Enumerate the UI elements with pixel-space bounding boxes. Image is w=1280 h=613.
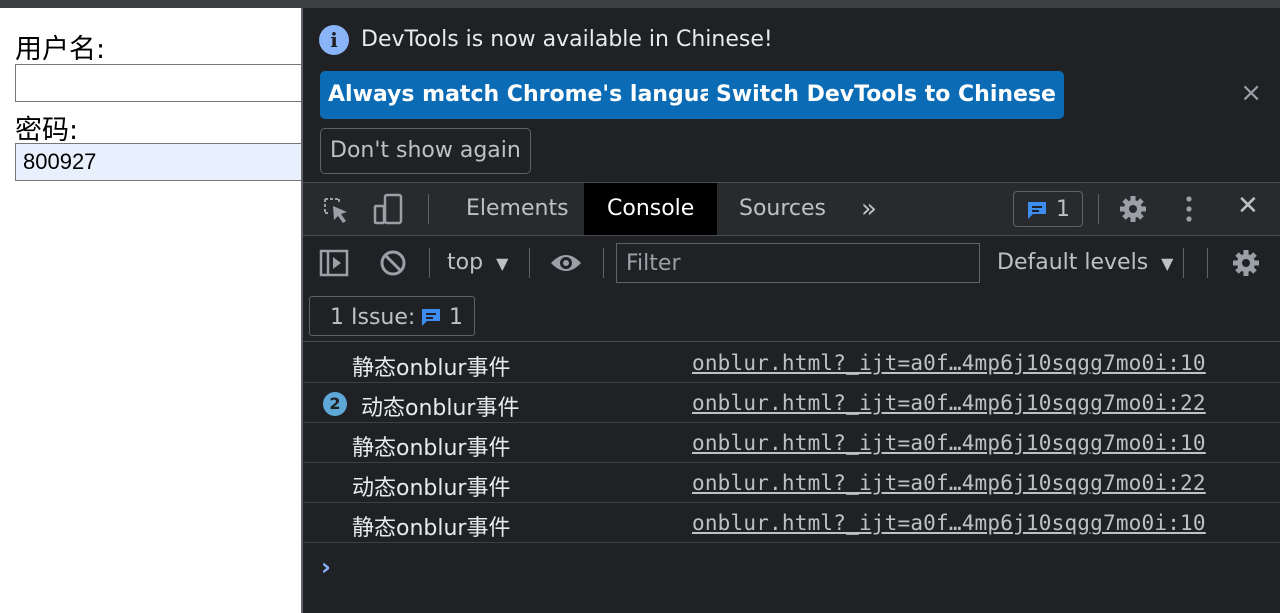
window-top-strip (0, 0, 1280, 8)
always-match-language-button[interactable]: Always match Chrome's language (320, 71, 753, 119)
dropdown-caret-icon: ▼ (496, 254, 509, 273)
console-source-link[interactable]: onblur.html?_ijt=a0f…4mp6j10sqgg7mo0i:10 (692, 431, 1206, 455)
inspect-element-icon[interactable] (321, 195, 351, 225)
tab-elements[interactable]: Elements (443, 183, 592, 235)
console-message-text: 静态onblur事件 (352, 516, 511, 541)
console-message-text: 静态onblur事件 (352, 436, 511, 461)
console-source-link[interactable]: onblur.html?_ijt=a0f…4mp6j10sqgg7mo0i:22 (692, 391, 1206, 415)
dropdown-caret-icon: ▼ (1161, 254, 1174, 273)
info-icon: i (319, 25, 349, 55)
console-message-row: 动态onblur事件 onblur.html?_ijt=a0f…4mp6j10s… (303, 463, 1280, 503)
infobar-close-icon[interactable]: × (1240, 78, 1262, 108)
log-levels-dropdown[interactable]: Default levels ▼ (997, 250, 1173, 275)
console-message-row: 静态onblur事件 onblur.html?_ijt=a0f…4mp6j10s… (303, 343, 1280, 383)
username-input[interactable] (15, 64, 315, 102)
message-icon (1028, 202, 1046, 219)
switch-to-chinese-button[interactable]: Switch DevTools to Chinese (708, 71, 1064, 119)
log-levels-value: Default levels (997, 250, 1149, 275)
password-input[interactable] (15, 143, 315, 181)
issues-label: 1 Issue: (330, 305, 416, 330)
device-toolbar-icon[interactable] (373, 193, 405, 227)
tab-console[interactable]: Console (584, 183, 718, 235)
issues-bar-count: 1 (449, 305, 463, 330)
issues-button[interactable]: 1 Issue: 1 (309, 296, 475, 336)
repeat-count-badge: 2 (323, 392, 347, 416)
context-selector[interactable]: top ▼ (447, 250, 508, 275)
context-value: top (447, 250, 484, 275)
console-message-row: 2 动态onblur事件 onblur.html?_ijt=a0f…4mp6j1… (303, 383, 1280, 423)
more-options-icon[interactable] (1183, 194, 1195, 224)
console-source-link[interactable]: onblur.html?_ijt=a0f…4mp6j10sqgg7mo0i:10 (692, 511, 1206, 535)
devtools-panel: i DevTools is now available in Chinese! … (301, 8, 1280, 613)
language-infobar: i DevTools is now available in Chinese! … (303, 8, 1280, 182)
console-prompt-icon[interactable]: › (321, 553, 331, 581)
toolbar-divider (1207, 248, 1208, 278)
console-settings-gear-icon[interactable] (1231, 248, 1261, 278)
toolbar-divider (529, 248, 530, 278)
toolbar-divider (603, 248, 604, 278)
live-expression-eye-icon[interactable] (549, 251, 583, 275)
show-sidebar-icon[interactable] (319, 249, 349, 277)
devtools-tabbar: Elements Console Sources » 1 ✕ (303, 182, 1280, 236)
settings-gear-icon[interactable] (1118, 194, 1148, 224)
console-message-row: 静态onblur事件 onblur.html?_ijt=a0f…4mp6j10s… (303, 503, 1280, 543)
console-source-link[interactable]: onblur.html?_ijt=a0f…4mp6j10sqgg7mo0i:10 (692, 351, 1206, 375)
clear-console-icon[interactable] (379, 249, 407, 277)
tab-sources[interactable]: Sources (716, 183, 849, 235)
infobar-message: DevTools is now available in Chinese! (361, 27, 773, 52)
console-messages: 静态onblur事件 onblur.html?_ijt=a0f…4mp6j10s… (303, 343, 1280, 543)
issues-bar: 1 Issue: 1 (303, 290, 1280, 342)
close-devtools-icon[interactable]: ✕ (1237, 191, 1259, 221)
console-message-text: 动态onblur事件 (352, 476, 511, 501)
username-label: 用户名: (15, 34, 106, 65)
web-page: 用户名: 密码: (0, 8, 315, 613)
toolbar-divider (1183, 248, 1184, 278)
issues-counter-button[interactable]: 1 (1013, 191, 1083, 227)
toolbar-divider (429, 248, 430, 278)
console-message-text: 动态onblur事件 (361, 396, 520, 421)
console-toolbar: top ▼ Default levels ▼ (303, 236, 1280, 290)
more-tabs-icon[interactable]: » (838, 183, 900, 235)
password-label: 密码: (15, 115, 79, 146)
tabbar-divider (428, 194, 429, 224)
issues-count: 1 (1056, 197, 1070, 222)
dont-show-again-button[interactable]: Don't show again (320, 128, 531, 174)
console-message-row: 静态onblur事件 onblur.html?_ijt=a0f…4mp6j10s… (303, 423, 1280, 463)
console-source-link[interactable]: onblur.html?_ijt=a0f…4mp6j10sqgg7mo0i:22 (692, 471, 1206, 495)
console-filter-input[interactable] (616, 243, 980, 283)
tabbar-divider (1098, 194, 1099, 224)
message-icon (422, 309, 440, 326)
console-message-text: 静态onblur事件 (352, 356, 511, 381)
